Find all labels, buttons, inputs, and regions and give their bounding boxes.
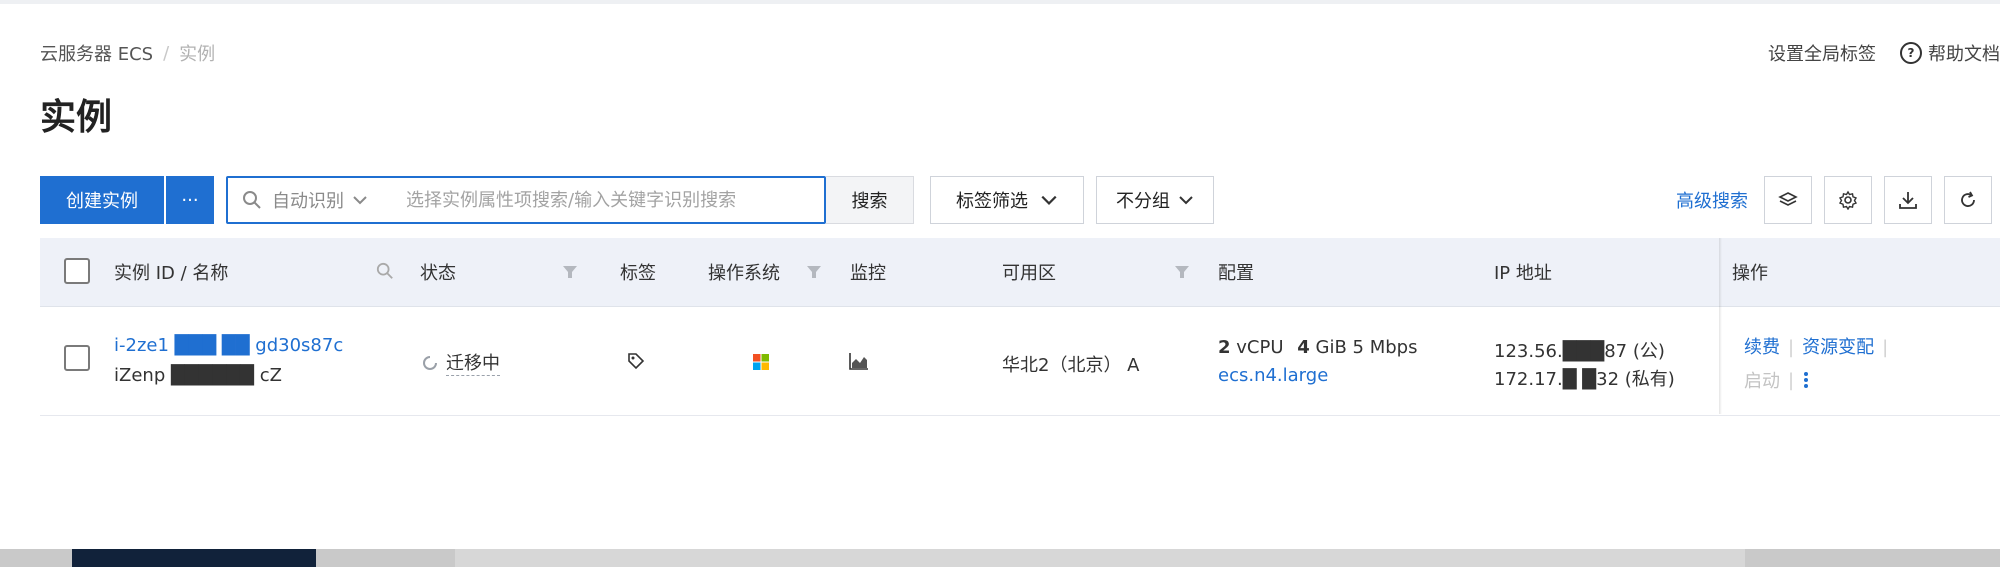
search-input[interactable] [392, 177, 824, 223]
public-ip: 123.56.███87 (公) [1494, 341, 1665, 362]
vcpu-count: 2 [1218, 337, 1231, 358]
bottom-light-block [455, 549, 1745, 567]
top-right-actions: 设置全局标签 ? 帮助文档 [1768, 40, 2000, 66]
select-all-checkbox[interactable] [64, 258, 90, 284]
col-config: 配置 [1218, 263, 1254, 284]
instances-table: 实例 ID / 名称 状态 标签 操作系统 监控 可用区 配置 IP 地址 操作 [40, 238, 2000, 416]
actions-column-shadow [1719, 238, 1722, 414]
search-button[interactable]: 搜索 [826, 176, 914, 224]
chevron-down-icon [1179, 196, 1193, 205]
status-text[interactable]: 迁移中 [446, 349, 500, 376]
toolbar: 创建实例 ··· 自动识别 搜索 标签筛选 不分组 [40, 176, 2000, 224]
auto-identify-dropdown[interactable]: 自动识别 [272, 187, 392, 213]
refresh-button[interactable] [1944, 176, 1992, 224]
layers-button[interactable] [1764, 176, 1812, 224]
tag-filter-button[interactable]: 标签筛选 [930, 176, 1084, 224]
create-instance-button[interactable]: 创建实例 [40, 176, 164, 224]
search-icon [243, 191, 261, 209]
breadcrumb: 云服务器 ECS / 实例 [40, 40, 215, 66]
top-border [0, 0, 2000, 4]
global-tags-link[interactable]: 设置全局标签 [1768, 40, 1876, 66]
col-os: 操作系统 [708, 263, 780, 284]
layers-icon [1778, 192, 1798, 206]
page-title: 实例 [40, 97, 113, 138]
action-divider: | [1788, 337, 1795, 358]
zone-value: 华北2（北京） A [1002, 355, 1140, 376]
search-box: 自动识别 [226, 176, 826, 224]
start-link[interactable]: 启动 [1744, 367, 1780, 393]
breadcrumb-current: 实例 [179, 44, 216, 65]
more-vertical-icon[interactable] [1802, 370, 1810, 390]
help-icon: ? [1900, 42, 1922, 64]
col-zone: 可用区 [1002, 263, 1056, 284]
filter-icon[interactable] [806, 264, 822, 280]
col-ip-address: IP 地址 [1494, 263, 1552, 284]
row-actions-line1: 续费 | 资源变配 | [1744, 333, 1896, 359]
instance-type-link[interactable]: ecs.n4.large [1218, 365, 1328, 386]
auto-identify-label: 自动识别 [272, 191, 344, 212]
change-resource-link[interactable]: 资源变配 [1802, 337, 1874, 358]
row-actions-line2: 启动 | [1744, 367, 1810, 393]
group-by-button[interactable]: 不分组 [1096, 176, 1214, 224]
renew-link[interactable]: 续费 [1744, 337, 1780, 358]
loading-spinner-icon [423, 355, 437, 370]
download-icon [1899, 192, 1917, 209]
chevron-down-icon [353, 196, 367, 205]
instance-name: iZenp ██████ cZ [114, 365, 282, 386]
ecs-instances-page: 云服务器 ECS / 实例 实例 设置全局标签 ? 帮助文档 创建实例 ··· … [0, 0, 2000, 567]
private-ip: 172.17.█ █32 (私有) [1494, 369, 1675, 390]
settings-button[interactable] [1824, 176, 1872, 224]
breadcrumb-root[interactable]: 云服务器 ECS [40, 40, 153, 66]
windows-icon [753, 354, 769, 370]
chevron-down-icon [1041, 195, 1057, 205]
tag-icon[interactable] [626, 351, 646, 371]
help-docs-label: 帮助文档 [1928, 44, 2000, 65]
more-actions-button[interactable]: ··· [166, 176, 214, 224]
help-docs-link[interactable]: ? 帮助文档 [1900, 40, 2000, 66]
breadcrumb-separator: / [163, 42, 170, 64]
table-row: i-2ze1 ███ ██ gd30s87c iZenp ██████ cZ 迁… [40, 307, 2000, 416]
advanced-search-link[interactable]: 高级搜索 [1676, 176, 1748, 224]
bottom-dark-block [72, 549, 316, 567]
bottom-window-strip [0, 549, 2000, 567]
memory-bandwidth: GiB 5 Mbps [1315, 337, 1418, 358]
gear-icon [1838, 190, 1858, 210]
group-by-label: 不分组 [1116, 191, 1170, 212]
action-divider: | [1788, 369, 1795, 391]
action-divider: | [1882, 337, 1889, 358]
col-monitoring: 监控 [850, 263, 886, 284]
vcpu-unit: vCPU [1236, 337, 1284, 358]
memory-size: 4 [1297, 337, 1310, 358]
instance-status: 迁移中 [422, 349, 500, 376]
col-tags: 标签 [620, 263, 656, 284]
col-instance-id-name: 实例 ID / 名称 [114, 263, 229, 284]
download-button[interactable] [1884, 176, 1932, 224]
instance-id-link[interactable]: i-2ze1 ███ ██ gd30s87c [114, 335, 343, 356]
monitoring-chart-icon[interactable] [848, 351, 870, 371]
col-status: 状态 [420, 263, 456, 284]
filter-icon[interactable] [1174, 264, 1190, 280]
search-icon[interactable] [376, 262, 394, 280]
config-spec: 2 vCPU 4 GiB 5 Mbps [1218, 337, 1417, 358]
table-header: 实例 ID / 名称 状态 标签 操作系统 监控 可用区 配置 IP 地址 操作 [40, 238, 2000, 307]
col-actions: 操作 [1732, 263, 1768, 284]
row-checkbox[interactable] [64, 345, 90, 371]
filter-icon[interactable] [562, 264, 578, 280]
refresh-icon [1961, 191, 1975, 207]
tag-filter-label: 标签筛选 [956, 191, 1028, 212]
